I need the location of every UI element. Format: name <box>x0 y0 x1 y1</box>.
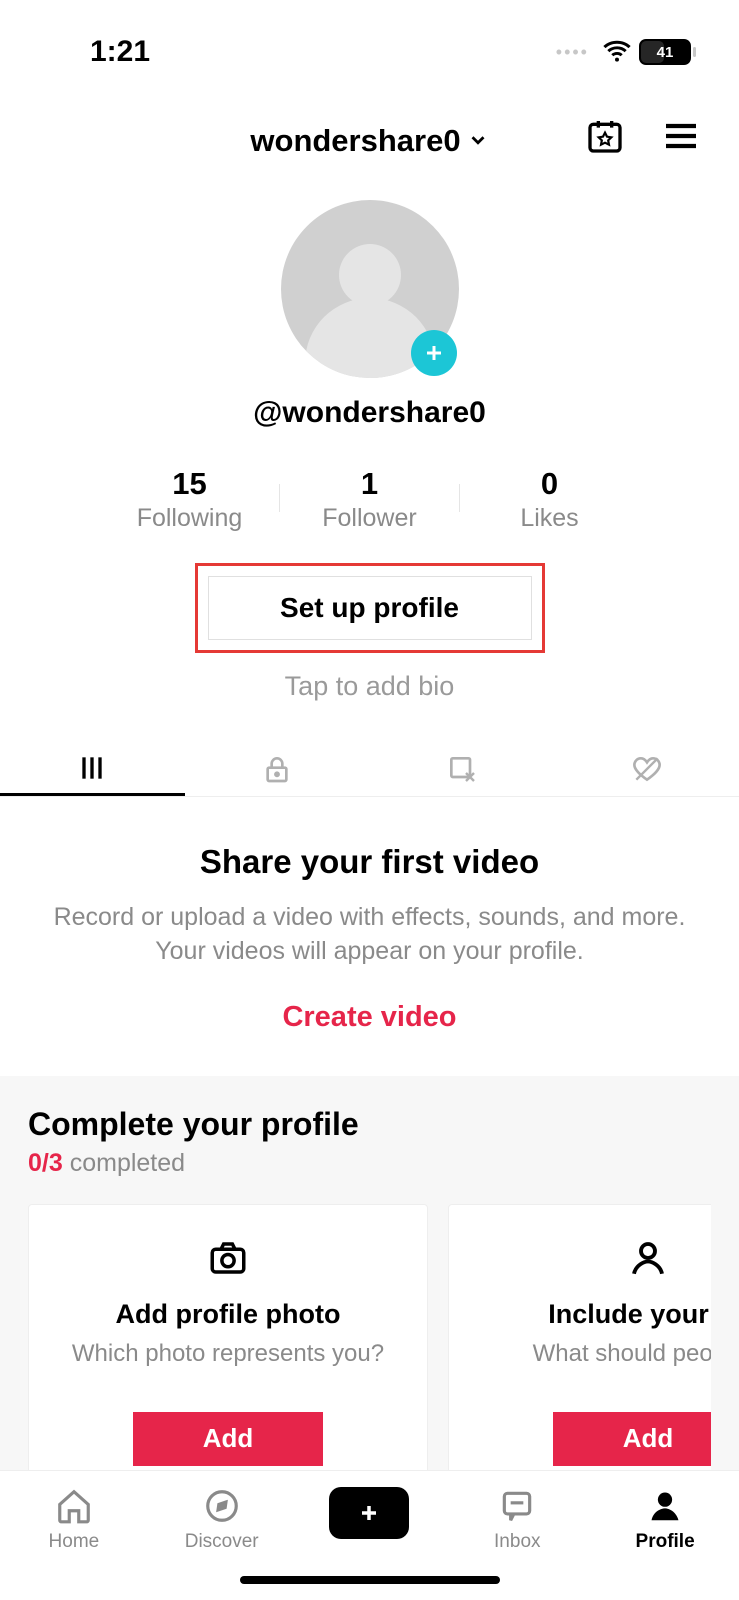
create-video-link[interactable]: Create video <box>40 1001 699 1034</box>
nav-home-label: Home <box>49 1531 100 1553</box>
first-video-desc: Record or upload a video with effects, s… <box>40 901 699 969</box>
complete-profile-title: Complete your profile <box>28 1106 711 1143</box>
following-stat[interactable]: 15 Following <box>100 466 280 533</box>
follower-count: 1 <box>361 466 378 502</box>
profile-header: wondershare0 <box>0 114 739 168</box>
hamburger-menu-icon[interactable] <box>661 116 701 161</box>
stats-row: 15 Following 1 Follower 0 Likes <box>0 466 739 533</box>
following-label: Following <box>137 504 243 533</box>
complete-profile-section: Complete your profile 0/3 completed Add … <box>0 1076 739 1529</box>
nav-inbox-label: Inbox <box>494 1531 540 1553</box>
status-time: 1:21 <box>90 35 150 69</box>
progress-ratio: 0/3 <box>28 1149 63 1177</box>
calendar-star-icon[interactable] <box>585 116 625 161</box>
follower-stat[interactable]: 1 Follower <box>280 466 460 533</box>
add-button-label: Add <box>623 1423 674 1454</box>
wifi-icon <box>603 36 631 69</box>
avatar-container[interactable] <box>281 200 459 378</box>
add-name-button[interactable]: Add <box>553 1412 711 1466</box>
profile-section: @wondershare0 <box>0 200 739 430</box>
status-right: •••• 41 <box>556 36 691 69</box>
card-add-name: Include your na What should people c Add <box>448 1204 711 1499</box>
nav-discover[interactable]: Discover <box>162 1487 282 1553</box>
first-video-title: Share your first video <box>40 843 699 881</box>
card-desc: What should people c <box>533 1340 711 1368</box>
camera-icon <box>207 1235 249 1281</box>
add-button-label: Add <box>203 1423 254 1454</box>
battery-icon: 41 <box>639 39 691 65</box>
setup-profile-highlight: Set up profile <box>195 563 545 653</box>
profile-handle: @wondershare0 <box>253 396 486 430</box>
card-title: Include your na <box>548 1299 711 1330</box>
nav-create[interactable] <box>309 1487 429 1539</box>
tab-saved[interactable] <box>370 742 555 796</box>
username-label: wondershare0 <box>250 123 460 159</box>
complete-profile-progress: 0/3 completed <box>28 1149 711 1178</box>
signal-dots-icon: •••• <box>556 42 589 63</box>
tab-private[interactable] <box>185 742 370 796</box>
setup-profile-button[interactable]: Set up profile <box>208 576 532 640</box>
add-bio-text[interactable]: Tap to add bio <box>0 671 739 702</box>
tab-posts[interactable] <box>0 742 185 796</box>
home-indicator[interactable] <box>240 1576 500 1584</box>
card-title: Add profile photo <box>116 1299 341 1330</box>
nav-home[interactable]: Home <box>14 1487 134 1553</box>
setup-profile-label: Set up profile <box>280 592 459 624</box>
nav-inbox[interactable]: Inbox <box>457 1487 577 1553</box>
progress-suffix: completed <box>63 1149 185 1177</box>
nav-discover-label: Discover <box>185 1531 259 1553</box>
likes-count: 0 <box>541 466 558 502</box>
following-count: 15 <box>172 466 206 502</box>
add-photo-button[interactable]: Add <box>133 1412 323 1466</box>
card-add-photo: Add profile photo Which photo represents… <box>28 1204 428 1499</box>
profile-cards: Add profile photo Which photo represents… <box>28 1204 711 1499</box>
chevron-down-icon <box>467 123 489 159</box>
card-desc: Which photo represents you? <box>72 1340 384 1368</box>
profile-tabs <box>0 742 739 797</box>
nav-profile[interactable]: Profile <box>605 1487 725 1553</box>
likes-stat[interactable]: 0 Likes <box>460 466 640 533</box>
status-bar: 1:21 •••• 41 <box>0 0 739 84</box>
tab-liked[interactable] <box>554 742 739 796</box>
nav-profile-label: Profile <box>636 1531 695 1553</box>
add-avatar-button[interactable] <box>411 330 457 376</box>
person-icon <box>627 1235 669 1281</box>
likes-label: Likes <box>520 504 578 533</box>
username-dropdown[interactable]: wondershare0 <box>250 123 488 159</box>
first-video-prompt: Share your first video Record or upload … <box>0 797 739 1060</box>
create-button[interactable] <box>329 1487 409 1539</box>
follower-label: Follower <box>322 504 416 533</box>
